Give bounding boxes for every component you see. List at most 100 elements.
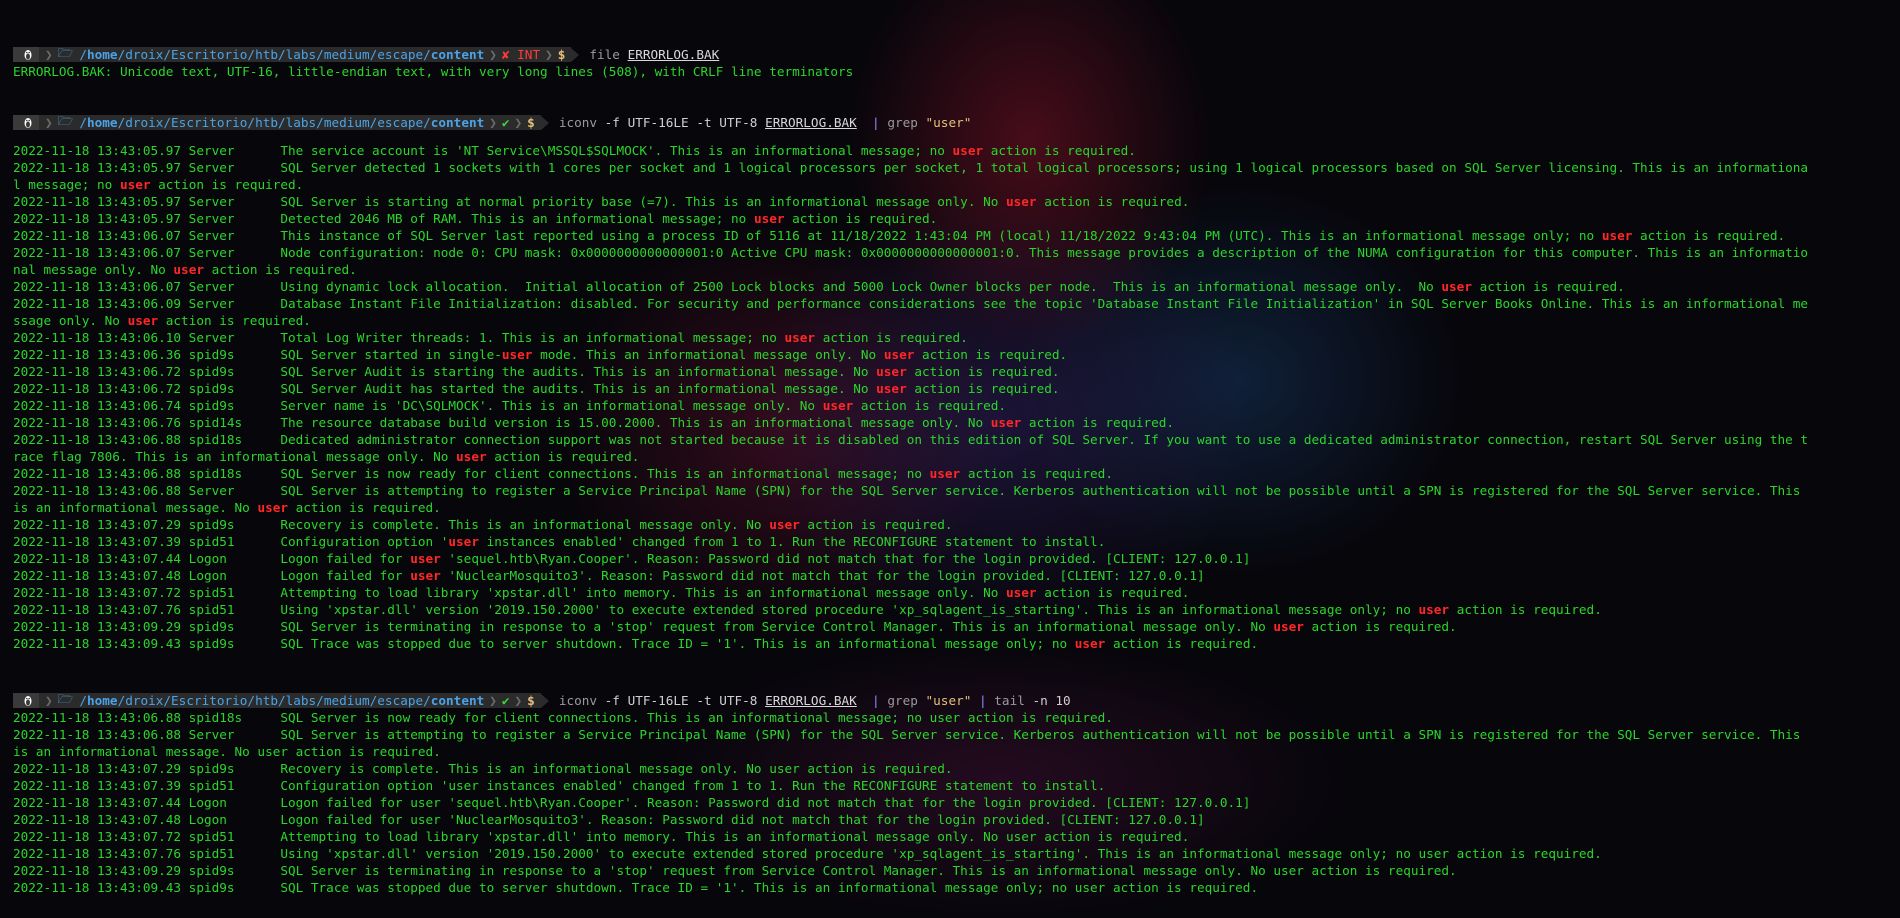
- path-middle: /droix/Escritorio/htb/labs/medium/escape…: [117, 47, 431, 62]
- grep-match: user: [883, 347, 915, 362]
- output-line: is an informational message. No user act…: [13, 500, 441, 515]
- command-token: -t: [688, 693, 720, 708]
- command-token: -f: [597, 115, 628, 130]
- output-line: ERRORLOG.BAK: Unicode text, UTF-16, litt…: [13, 64, 854, 79]
- output-line: 2022-11-18 13:43:05.97 Server Detected 2…: [13, 211, 938, 226]
- terminal-window[interactable]: ❯ 🗁 / home/droix/Escritorio/htb/labs/medi…: [13, 0, 1900, 918]
- output-line: 2022-11-18 13:43:07.48 Logon Logon faile…: [13, 812, 1205, 827]
- command-token: ERRORLOG.BAK: [765, 115, 857, 130]
- output-line: 2022-11-18 13:43:05.97 Server The servic…: [13, 143, 1136, 158]
- command-line[interactable]: file ERRORLOG.BAK: [579, 47, 719, 62]
- chevron-right-icon: ❯: [489, 47, 497, 62]
- grep-match: user: [501, 347, 533, 362]
- command-output: ERRORLOG.BAK: Unicode text, UTF-16, litt…: [13, 63, 1900, 80]
- command-token: UTF-16LE: [627, 115, 689, 130]
- command-token: tail: [994, 693, 1025, 708]
- path-home: home: [87, 47, 118, 62]
- grep-match: user: [1006, 585, 1037, 600]
- grep-match: user: [173, 262, 204, 277]
- command-token: "user": [925, 693, 972, 708]
- prompt-dollar: $: [527, 693, 535, 708]
- command-line[interactable]: iconv -f UTF-16LE -t UTF-8 ERRORLOG.BAK …: [549, 115, 972, 130]
- command-token: [620, 47, 628, 62]
- exit-status: ✔: [501, 115, 510, 130]
- path-middle: /droix/Escritorio/htb/labs/medium/escape…: [117, 115, 431, 130]
- command-output: 2022-11-18 13:43:05.97 Server The servic…: [13, 142, 1900, 652]
- grep-match: user: [456, 449, 487, 464]
- output-line: 2022-11-18 13:43:07.44 Logon Logon faile…: [13, 795, 1251, 810]
- output-line: 2022-11-18 13:43:06.72 spid9s SQL Server…: [13, 381, 1060, 396]
- output-line: 2022-11-18 13:43:09.29 spid9s SQL Server…: [13, 619, 1457, 634]
- output-line: 2022-11-18 13:43:07.76 spid51 Using 'xps…: [13, 602, 1602, 617]
- output-line: 2022-11-18 13:43:07.72 spid51 Attempting…: [13, 829, 1190, 844]
- chevron-right-icon: ❯: [45, 693, 53, 708]
- path-home: home: [87, 693, 118, 708]
- path-prefix: /: [79, 47, 88, 62]
- output-line: 2022-11-18 13:43:07.72 spid51 Attempting…: [13, 585, 1190, 600]
- command-token: file: [589, 47, 620, 62]
- output-line: 2022-11-18 13:43:05.97 Server SQL Server…: [13, 160, 1809, 175]
- grep-match: user: [876, 381, 907, 396]
- chevron-right-icon: ❯: [514, 693, 523, 708]
- command-token: ERRORLOG.BAK: [765, 693, 857, 708]
- shell-prompt: ❯ 🗁 / home/droix/Escritorio/htb/labs/medi…: [13, 112, 1900, 131]
- path-current-dir: content: [430, 47, 485, 62]
- output-line: 2022-11-18 13:43:06.74 spid9s Server nam…: [13, 398, 1007, 413]
- linux-tux-icon: [13, 47, 39, 62]
- output-line: 2022-11-18 13:43:07.48 Logon Logon faile…: [13, 568, 1205, 583]
- output-line: l message; no user action is required.: [13, 177, 304, 192]
- output-line: 2022-11-18 13:43:06.88 Server SQL Server…: [13, 727, 1801, 742]
- command-token: [757, 693, 765, 708]
- command-token: "user": [925, 115, 972, 130]
- chevron-right-icon: ❯: [545, 47, 553, 62]
- grep-match: user: [127, 313, 159, 328]
- command-block-3: ❯ 🗁 / home/droix/Escritorio/htb/labs/medi…: [13, 691, 1900, 896]
- shell-prompt: ❯ 🗁 / home/droix/Escritorio/htb/labs/medi…: [13, 45, 1900, 63]
- folder-open-icon: 🗁: [57, 112, 74, 128]
- grep-match: user: [1418, 602, 1450, 617]
- command-token: -f: [597, 693, 628, 708]
- output-line: 2022-11-18 13:43:06.07 Server Using dyna…: [13, 279, 1625, 294]
- output-line: 2022-11-18 13:43:06.76 spid14s The resou…: [13, 415, 1175, 430]
- grep-match: user: [822, 398, 854, 413]
- output-line: nal message only. No user action is requ…: [13, 262, 357, 277]
- grep-match: user: [257, 500, 288, 515]
- output-line: 2022-11-18 13:43:07.76 spid51 Using 'xps…: [13, 846, 1602, 861]
- output-line: 2022-11-18 13:43:06.72 spid9s SQL Server…: [13, 364, 1060, 379]
- path-middle: /droix/Escritorio/htb/labs/medium/escape…: [117, 693, 431, 708]
- command-token: [918, 115, 926, 130]
- output-line: 2022-11-18 13:43:07.29 spid9s Recovery i…: [13, 761, 953, 776]
- command-token: UTF-8: [719, 693, 758, 708]
- exit-status: ✔: [501, 693, 510, 708]
- command-token: -n: [1024, 693, 1056, 708]
- output-line: 2022-11-18 13:43:07.44 Logon Logon faile…: [13, 551, 1251, 566]
- grep-match: user: [410, 568, 441, 583]
- output-line: 2022-11-18 13:43:07.39 spid51 Configurat…: [13, 778, 1106, 793]
- grep-match: user: [1006, 194, 1037, 209]
- command-token: 10: [1055, 693, 1071, 708]
- output-line: 2022-11-18 13:43:05.97 Server SQL Server…: [13, 194, 1190, 209]
- output-line: 2022-11-18 13:43:06.36 spid9s SQL Server…: [13, 347, 1068, 362]
- output-line: 2022-11-18 13:43:06.07 Server Node confi…: [13, 245, 1809, 260]
- output-line: ssage only. No user action is required.: [13, 313, 311, 328]
- output-line: is an informational message. No user act…: [13, 744, 441, 759]
- grep-match: user: [1441, 279, 1472, 294]
- exit-status: ✘ INT: [501, 47, 541, 62]
- command-line[interactable]: iconv -f UTF-16LE -t UTF-8 ERRORLOG.BAK …: [549, 693, 1071, 708]
- command-token: iconv: [558, 693, 598, 708]
- output-line: 2022-11-18 13:43:06.10 Server Total Log …: [13, 330, 968, 345]
- grep-match: user: [1273, 619, 1304, 634]
- command-block-2: ❯ 🗁 / home/droix/Escritorio/htb/labs/medi…: [13, 112, 1900, 652]
- command-token: ERRORLOG.BAK: [627, 47, 720, 62]
- command-token: [918, 693, 926, 708]
- output-line: 2022-11-18 13:43:07.29 spid9s Recovery i…: [13, 517, 953, 532]
- grep-match: user: [448, 534, 479, 549]
- command-token: UTF-8: [719, 115, 758, 130]
- grep-match: user: [929, 466, 961, 481]
- path-prefix: /: [79, 693, 88, 708]
- grep-match: user: [1074, 636, 1106, 651]
- grep-match: user: [784, 330, 816, 345]
- output-line: 2022-11-18 13:43:06.09 Server Database I…: [13, 296, 1809, 311]
- output-line: 2022-11-18 13:43:06.88 Server SQL Server…: [13, 483, 1801, 498]
- output-line: 2022-11-18 13:43:06.88 spid18s SQL Serve…: [13, 710, 1113, 725]
